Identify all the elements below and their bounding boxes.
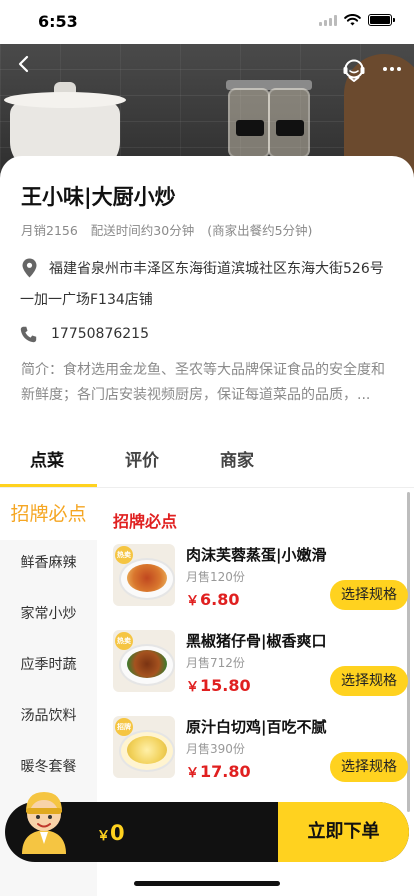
category-item-winter-set[interactable]: 暖冬套餐 — [0, 756, 97, 776]
product-name: 肉沫芙蓉蒸蛋|小嫩滑 — [186, 546, 327, 564]
product-image: 招牌 — [113, 716, 175, 778]
phone-row[interactable]: 17750876215 — [20, 323, 149, 345]
category-item-seasonal-veg[interactable]: 应季时蔬 — [0, 654, 97, 674]
shop-meta: 月销2156 配送时间约30分钟 (商家出餐约5分钟) — [21, 220, 321, 239]
checkout-button[interactable]: 立即下单 — [278, 802, 409, 862]
back-button[interactable] — [12, 52, 36, 76]
product-name: 黑椒猪仔骨|椒香爽口 — [186, 632, 327, 650]
category-item-soup-drinks[interactable]: 汤品饮料 — [0, 705, 97, 725]
address-line-2: 一加一广场F134店铺 — [20, 292, 153, 308]
tab-bar: 点菜 评价 商家 — [0, 436, 414, 488]
cellular-signal-icon — [319, 14, 337, 26]
customer-service-button[interactable] — [340, 56, 368, 84]
jar-decoration — [228, 88, 270, 158]
product-badge: 招牌 — [115, 718, 133, 736]
courier-mascot-icon[interactable] — [14, 784, 74, 856]
customer-service-icon — [343, 59, 365, 82]
monthly-sales: 月销2156 — [21, 223, 78, 238]
select-spec-button[interactable]: 选择规格 — [330, 580, 408, 610]
tab-order[interactable]: 点菜 — [30, 446, 64, 471]
phone-number: 17750876215 — [51, 326, 149, 342]
status-icons — [319, 14, 395, 26]
category-item-spicy[interactable]: 鲜香麻辣 — [0, 552, 97, 572]
prep-time: (商家出餐约5分钟) — [207, 223, 313, 238]
section-title: 招牌必点 — [113, 512, 178, 531]
more-button[interactable] — [380, 62, 404, 76]
address-row[interactable]: 福建省泉州市丰泽区东海街道滨城社区东海大街526号 一加一广场F134店铺 — [20, 254, 400, 316]
product-price: ￥15.80 — [186, 676, 251, 695]
product-item[interactable]: 招牌 原汁白切鸡|百吃不腻 月售390份 ￥17.80 选择规格 — [113, 716, 408, 792]
home-indicator[interactable] — [134, 881, 280, 886]
chevron-left-icon — [18, 55, 29, 73]
status-bar: 6:53 — [0, 0, 414, 44]
tab-merchant[interactable]: 商家 — [220, 446, 254, 471]
jar-decoration — [268, 88, 310, 158]
delivery-time: 配送时间约30分钟 — [90, 223, 195, 238]
status-time: 6:53 — [38, 12, 78, 31]
product-price: ￥6.80 — [186, 590, 240, 609]
more-dots-icon — [383, 67, 387, 71]
product-price: ￥17.80 — [186, 762, 251, 781]
tab-reviews[interactable]: 评价 — [125, 446, 159, 471]
category-item-stir-fry[interactable]: 家常小炒 — [0, 603, 97, 623]
product-image: 热卖 — [113, 630, 175, 692]
wifi-icon — [344, 14, 361, 26]
select-spec-button[interactable]: 选择规格 — [330, 752, 408, 782]
product-image: 热卖 — [113, 544, 175, 606]
shop-name: 王小味|大厨小炒 — [21, 185, 176, 209]
product-name: 原汁白切鸡|百吃不腻 — [186, 718, 327, 736]
product-sales: 月售390份 — [186, 742, 245, 756]
cart-total: ￥0 — [97, 821, 125, 845]
product-badge: 热卖 — [115, 546, 133, 564]
shop-info-card: 王小味|大厨小炒 月销2156 配送时间约30分钟 (商家出餐约5分钟) 福建省… — [0, 156, 414, 436]
phone-icon — [20, 326, 37, 342]
product-item[interactable]: 热卖 黑椒猪仔骨|椒香爽口 月售712份 ￥15.80 选择规格 — [113, 630, 408, 706]
shop-intro[interactable]: 简介：食材选用金龙鱼、圣农等大品牌保证食品的安全度和新鲜度；各门店安装视频厨房，… — [21, 358, 393, 408]
category-item-signature[interactable]: 招牌必点 — [0, 488, 97, 540]
product-sales: 月售120份 — [186, 570, 245, 584]
product-sales: 月售712份 — [186, 656, 245, 670]
tab-active-indicator — [0, 484, 97, 487]
select-spec-button[interactable]: 选择规格 — [330, 666, 408, 696]
battery-icon — [368, 14, 395, 26]
product-item[interactable]: 热卖 肉沫芙蓉蒸蛋|小嫩滑 月售120份 ￥6.80 选择规格 — [113, 544, 408, 620]
location-pin-icon — [22, 258, 37, 278]
address-line-1: 福建省泉州市丰泽区东海街道滨城社区东海大街526号 — [49, 261, 384, 277]
product-badge: 热卖 — [115, 632, 133, 650]
